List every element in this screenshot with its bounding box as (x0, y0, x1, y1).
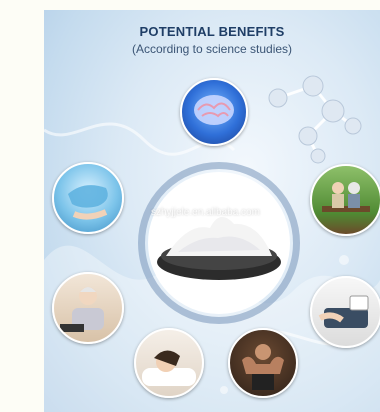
molecule-icon (268, 75, 362, 164)
elderly-couple-icon (310, 164, 380, 236)
liver-icon (52, 162, 124, 234)
sleeping-woman-icon (134, 328, 204, 398)
blood-pressure-icon (310, 276, 380, 348)
watermark-text: szhyjjele.en.alibaba.com (151, 207, 260, 218)
benefits-panel: POTENTIAL BENEFITS (According to science… (44, 10, 380, 412)
brain-icon (180, 78, 248, 146)
muscle-man-icon (228, 328, 298, 398)
powder-dish-icon (148, 172, 290, 314)
infographic: POTENTIAL BENEFITS (According to science… (0, 0, 380, 412)
page-title: POTENTIAL BENEFITS (139, 24, 285, 39)
page-subtitle: (According to science studies) (131, 42, 293, 56)
senior-woman-icon (52, 272, 124, 344)
